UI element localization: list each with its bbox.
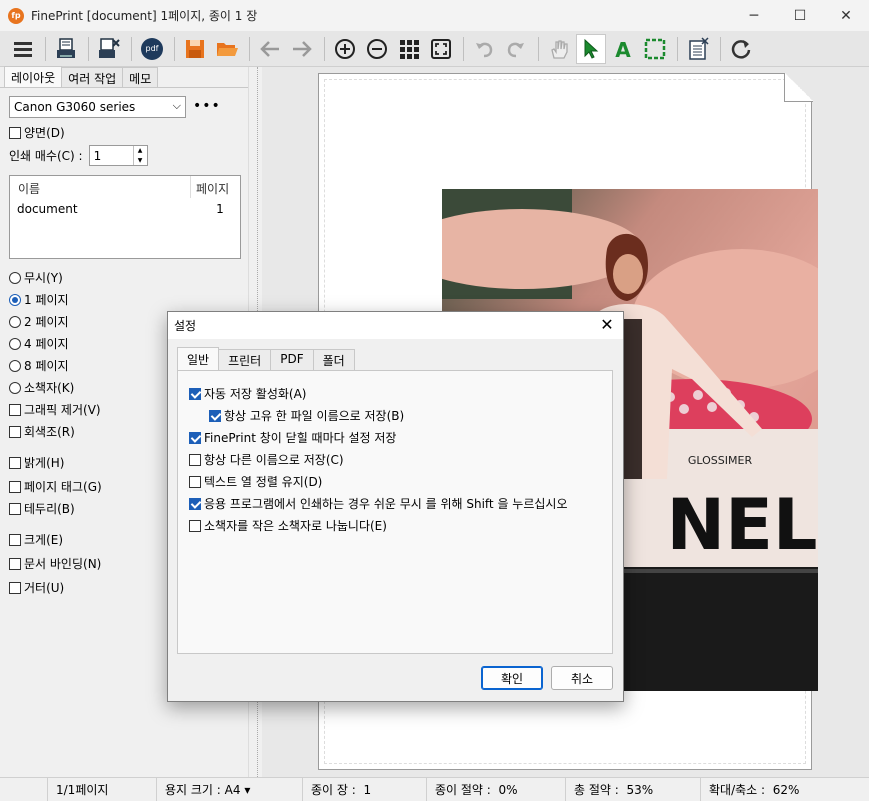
save-settings-checkbox[interactable]: FinePrint 창이 닫힐 때마다 설정 저장 — [189, 429, 396, 446]
more-options-button[interactable]: ••• — [193, 98, 221, 114]
radio-ignore[interactable]: 무시(Y) — [9, 269, 63, 286]
border-checkbox[interactable]: 테두리(B) — [9, 500, 75, 517]
keep-text-columns-checkbox[interactable]: 텍스트 열 정렬 유지(D) — [189, 473, 322, 490]
chevron-down-icon: ⌵ — [172, 99, 181, 112]
select-rect-icon[interactable] — [640, 34, 670, 64]
binding-checkbox[interactable]: 문서 바인딩(N) — [9, 555, 101, 572]
duplex-checkbox[interactable]: 양면(D) — [9, 124, 65, 141]
copies-stepper[interactable]: 1 ▲ ▼ — [88, 145, 148, 166]
zoom-in-icon[interactable] — [330, 34, 360, 64]
chevron-down-icon: ▾ — [244, 782, 251, 797]
duplex-label: 양면(D) — [24, 126, 65, 140]
open-folder-icon[interactable] — [212, 34, 242, 64]
tab-printer[interactable]: 프린터 — [218, 349, 272, 371]
ok-button[interactable]: 확인 — [481, 666, 543, 690]
split-booklet-checkbox[interactable]: 소책자를 작은 소책자로 나눕니다(E) — [189, 517, 387, 534]
status-zoom: 확대/축소 : 62% — [709, 782, 800, 798]
status-bar: 1/1페이지 용지 크기 : A4 ▾ 종이 장 : 1 종이 절약 : 0% … — [0, 777, 869, 801]
shift-bypass-checkbox[interactable]: 응용 프로그램에서 인쇄하는 경우 쉬운 무시 를 위해 Shift 을 누르십… — [189, 495, 568, 512]
settings-dialog: 설정 ✕ 일반 프린터 PDF 폴더 자동 저장 활성화(A) 항상 고유 한 … — [167, 311, 624, 702]
undo-icon[interactable] — [469, 34, 499, 64]
always-save-as-checkbox[interactable]: 항상 다른 이름으로 저장(C) — [189, 451, 344, 468]
list-item[interactable]: document 1 — [10, 202, 240, 216]
radio-2-pages[interactable]: 2 페이지 — [9, 313, 69, 330]
dialog-title: 설정 — [174, 319, 197, 333]
print-icon[interactable] — [51, 34, 81, 64]
fit-icon[interactable] — [426, 34, 456, 64]
window-title: FinePrint [document] 1페이지, 종이 1 장 — [31, 9, 258, 23]
zoom-out-icon[interactable] — [362, 34, 392, 64]
enlarge-checkbox[interactable]: 크게(E) — [9, 531, 63, 548]
status-paper-saved: 종이 절약 : 0% — [427, 777, 566, 801]
text-icon[interactable]: A — [608, 34, 638, 64]
spin-buttons[interactable]: ▲ ▼ — [132, 146, 147, 165]
copies-row: 인쇄 매수(C) : 1 ▲ ▼ — [9, 145, 148, 166]
col-header-name[interactable]: 이름 — [10, 176, 190, 198]
page-corner-fold — [784, 73, 813, 102]
document-list[interactable]: 이름 페이지 document 1 — [9, 175, 241, 259]
svg-text:GLOSSIMER: GLOSSIMER — [688, 454, 753, 467]
page-tag-checkbox[interactable]: 페이지 태그(G) — [9, 478, 102, 495]
unique-filename-checkbox[interactable]: 항상 고유 한 파일 이름으로 저장(B) — [209, 407, 404, 424]
remove-graphics-checkbox[interactable]: 그래픽 제거(V) — [9, 401, 101, 418]
cancel-button[interactable]: 취소 — [551, 666, 613, 690]
copies-value: 1 — [93, 149, 102, 163]
dialog-close-icon[interactable]: ✕ — [597, 315, 617, 334]
notes-icon[interactable] — [683, 34, 713, 64]
pointer-icon[interactable] — [576, 33, 606, 64]
spin-up-icon: ▲ — [137, 147, 143, 155]
grid-icon[interactable] — [394, 34, 424, 64]
status-page: 1/1페이지 — [48, 777, 157, 801]
gutter-checkbox[interactable]: 거터(U) — [9, 579, 64, 596]
left-tabs: 레이아웃 여러 작업 메모 — [4, 66, 159, 88]
maximize-button[interactable]: ☐ — [777, 0, 823, 31]
fineprint-app-icon: fp — [8, 7, 24, 24]
radio-1-page[interactable]: 1 페이지 — [9, 291, 69, 308]
dialog-title-bar: 설정 ✕ — [168, 312, 623, 339]
status-paper-size[interactable]: 용지 크기 : A4 ▾ — [157, 777, 303, 801]
spin-down-icon: ▼ — [137, 156, 143, 164]
pdf-icon[interactable]: pdf — [137, 34, 167, 64]
dialog-tabs: 일반 프린터 PDF 폴더 — [177, 347, 355, 371]
svg-text:pdf: pdf — [146, 44, 159, 53]
copies-label: 인쇄 매수(C) : — [9, 149, 83, 163]
delete-job-icon[interactable] — [94, 34, 124, 64]
printer-select[interactable]: Canon G3060 series ⌵ — [9, 96, 186, 118]
radio-booklet[interactable]: 소책자(K) — [9, 379, 74, 396]
refresh-icon[interactable] — [726, 34, 756, 64]
radio-4-pages[interactable]: 4 페이지 — [9, 335, 69, 352]
toolbar: pdf A — [0, 31, 869, 67]
hand-icon[interactable] — [544, 34, 574, 64]
tab-general[interactable]: 일반 — [177, 347, 220, 371]
status-sheets: 종이 장 : 1 — [303, 777, 427, 801]
tab-folder[interactable]: 폴더 — [312, 349, 355, 371]
tab-layout[interactable]: 레이아웃 — [4, 66, 63, 88]
forward-arrow-icon[interactable] — [287, 34, 317, 64]
radio-8-pages[interactable]: 8 페이지 — [9, 357, 69, 374]
grayscale-checkbox[interactable]: 회색조(R) — [9, 423, 75, 440]
autosave-checkbox[interactable]: 자동 저장 활성화(A) — [189, 385, 306, 402]
close-button[interactable]: ✕ — [823, 0, 869, 31]
menu-icon[interactable] — [8, 34, 38, 64]
redo-icon[interactable] — [501, 34, 531, 64]
svg-text:NEL: NEL — [666, 484, 817, 566]
status-total-saved: 총 절약 : 53% — [566, 777, 701, 801]
tab-notes[interactable]: 메모 — [122, 67, 159, 88]
svg-text:A: A — [615, 38, 631, 60]
title-bar: fp FinePrint [document] 1페이지, 종이 1 장 ─ ☐… — [0, 0, 869, 31]
save-icon[interactable] — [180, 34, 210, 64]
lighten-checkbox[interactable]: 밝게(H) — [9, 454, 64, 471]
col-header-pages[interactable]: 페이지 — [190, 176, 237, 198]
tab-pdf[interactable]: PDF — [270, 349, 314, 371]
tab-multiple-jobs[interactable]: 여러 작업 — [61, 67, 124, 88]
back-arrow-icon[interactable] — [255, 34, 285, 64]
printer-name: Canon G3060 series — [14, 100, 136, 114]
minimize-button[interactable]: ─ — [731, 0, 777, 31]
